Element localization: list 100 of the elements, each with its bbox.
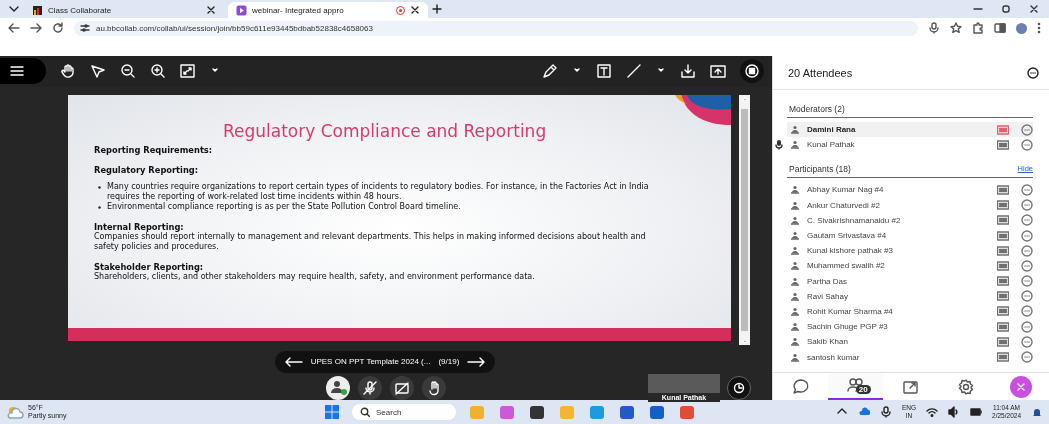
store-icon[interactable] [618,403,636,421]
pointer-icon[interactable] [90,63,106,80]
session-menu-button[interactable] [0,58,46,85]
attendee-row[interactable]: Kunal Pathak [787,137,1033,153]
taskbar-search-field[interactable]: Search [352,404,456,420]
attendee-name: Kunal Pathak [807,140,856,150]
bookmark-star-icon[interactable] [950,22,962,34]
follow-button[interactable] [727,375,751,400]
copilot-icon[interactable] [498,403,516,421]
attendee-name: Sachin Ghuge PGP #3 [807,322,889,332]
attendee-row[interactable]: Abhay Kumar Nag #4 [787,182,1033,198]
profile-avatar[interactable] [1016,22,1027,34]
attendee-row[interactable]: Damini Rana [787,122,1033,138]
reload-icon[interactable] [52,22,64,34]
slide-paragraph: Companies should report internally to management and relevant departments. This helps in making informed decisions about health and safety policies and procedures. [94,231,647,252]
browser-tab[interactable]: Class Collaborate [24,2,224,18]
previous-slide-icon[interactable] [284,355,303,368]
slide-title: Regulatory Compliance and Reporting [221,120,548,141]
menu-icon [10,64,24,79]
attendee-row[interactable]: Gautam Srivastava #4 [787,227,1033,244]
attendee-name: Kunal kishore pathak #3 [807,246,894,256]
attendee-row[interactable]: Partha Das [787,273,1033,289]
attendee-row[interactable]: Sakib Khan [787,334,1033,350]
attendee-name: Ankur Chaturvedi #2 [807,200,881,210]
more-options-icon[interactable] [1027,66,1039,79]
outlook-icon[interactable] [648,403,666,421]
bar-chart-icon [32,4,43,16]
attendee-row[interactable]: Ravi Sahay [787,288,1033,304]
site-settings-icon[interactable] [80,23,90,33]
attendee-row[interactable]: Kunal kishore pathak #3 [787,243,1033,259]
microphone-icon[interactable] [880,406,892,418]
attendee-name: Abhay Kumar Nag #4 [807,185,885,195]
next-slide-icon[interactable] [467,355,486,368]
slide-scrollbar[interactable] [739,94,750,345]
cloud-icon[interactable] [858,406,870,418]
attendee-name: Partha Das [807,276,849,286]
panel-title: 20 Attendees [788,66,853,79]
new-tab-icon[interactable] [432,4,442,14]
share-icon [902,378,920,395]
attendee-row[interactable]: C. Sivakrishnamanaidu #2 [787,212,1033,228]
search-icon [360,407,370,417]
attendee-name: C. Sivakrishnamanaidu #2 [807,215,902,225]
task-view-icon[interactable] [528,403,546,421]
text-box-icon[interactable] [596,63,612,80]
fit-screen-icon[interactable] [180,63,196,80]
browser-tab[interactable]: webinar- Integrated appro [228,2,428,18]
bullet-text: Many countries require organizations to report certain types of incidents to regulatory bodies. For instance, in the Factories Act in India requires the reporting of work-related lost time incidents within 48 hours. [107,181,650,202]
zoom-out-icon[interactable] [120,63,136,80]
attendee-row[interactable]: santosh kumar [787,349,1033,365]
download-icon[interactable] [680,63,696,80]
close-icon[interactable] [206,5,216,15]
extensions-icon[interactable] [972,22,984,34]
clock-icon [733,381,745,394]
attendees-tab[interactable]: 20 [828,373,884,400]
zoom-in-icon[interactable] [150,63,166,80]
bullet-icon [98,205,101,209]
close-icon[interactable] [1029,4,1039,14]
forward-icon[interactable] [30,22,42,34]
microphone-button[interactable] [358,375,382,400]
address-bar[interactable]: au.bbcollab.com/collab/ui/session/join/bb59c611e93445bdbab52838c4658063 [74,20,918,36]
user-status-icon [329,379,347,397]
raise-hand-button[interactable] [422,375,446,400]
attendee-row[interactable]: Ankur Chaturvedi #2 [787,197,1033,213]
attendee-row[interactable]: Rohit Kumar Sharma #4 [787,303,1033,320]
hand-icon[interactable] [60,63,76,80]
microphone-icon[interactable] [928,22,940,34]
menu-icon[interactable] [1037,22,1041,34]
camera-button[interactable] [390,375,414,400]
chrome-browser-icon[interactable] [678,403,696,421]
bullet-icon [98,185,101,189]
attendee-row[interactable]: Muhammed swalih #2 [787,258,1033,274]
attendee-name: Muhammed swalih #2 [807,261,886,271]
stop-button[interactable] [740,59,764,84]
start-icon[interactable] [324,404,340,420]
attendee-row[interactable]: Sachin Ghuge PGP #3 [787,319,1033,335]
count-badge: 20 [855,385,871,394]
slide-heading: Stakeholder Reporting: [94,261,204,272]
side-panel-icon[interactable] [994,22,1006,34]
attendee-name: Gautam Srivastava #4 [807,231,888,241]
person-icon [791,337,799,347]
wifi-icon[interactable] [926,406,939,418]
attendee-name: Rohit Kumar Sharma #4 [807,306,894,316]
my-status-button[interactable] [326,375,350,400]
person-icon [791,231,799,241]
slide-heading: Regulatory Reporting: [94,164,200,175]
line-icon[interactable] [626,63,642,80]
person-icon [791,322,799,332]
url-text: au.bbcollab.com/collab/ui/session/join/bb59c611e93445bdbab52838c4658063 [96,23,373,33]
slide-heading: Reporting Requirements: [94,144,214,155]
pen-icon[interactable] [542,63,558,80]
restore-icon[interactable] [1001,4,1011,14]
battery-icon[interactable] [970,406,983,418]
back-icon[interactable] [8,22,20,34]
attendee-name: Damini Rana [807,125,857,135]
chat-bubble-icon [791,378,810,395]
person-icon [791,200,799,210]
camera-off-icon [394,379,410,396]
person-icon [791,291,799,301]
close-icon[interactable] [410,5,420,15]
microphone-muted-icon [362,379,378,396]
